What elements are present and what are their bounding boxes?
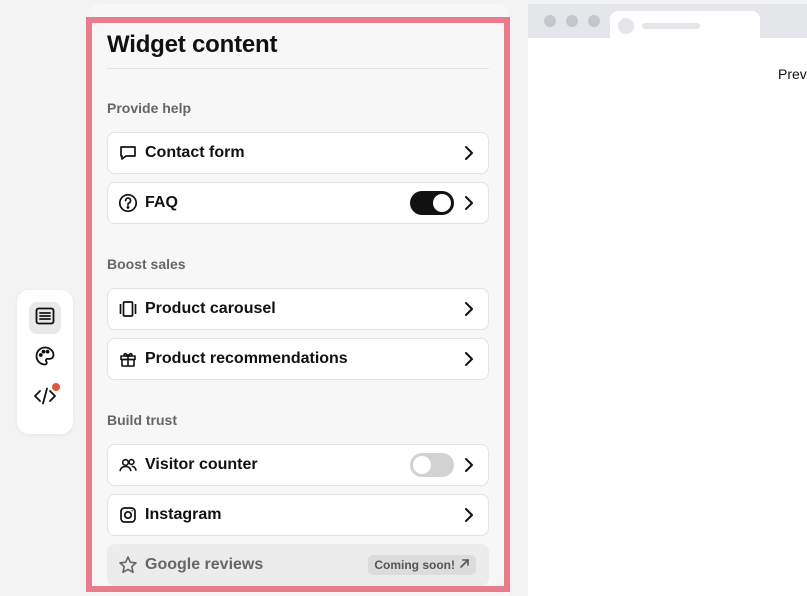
item-label: Instagram (145, 506, 222, 523)
chevron-right-icon (462, 508, 476, 522)
preview-label: Previ (778, 66, 807, 82)
arrow-up-right-icon (459, 558, 470, 572)
chevron-right-icon (462, 196, 476, 210)
message-square-icon (118, 143, 138, 163)
app-frame: Widget content Provide help Contact form (0, 0, 807, 596)
instagram-item[interactable]: Instagram (107, 494, 489, 536)
gift-icon (118, 349, 138, 369)
window-dot-icon (544, 15, 556, 27)
item-label: FAQ (145, 194, 178, 211)
tab-title-placeholder (642, 23, 700, 29)
chevron-right-icon (462, 458, 476, 472)
toggle-knob (413, 456, 431, 474)
browser-tab (610, 11, 760, 41)
section-label-boost-sales: Boost sales (107, 256, 186, 272)
product-recommendations-item[interactable]: Product recommendations (107, 338, 489, 380)
item-label: Google reviews (145, 556, 264, 573)
chevron-right-icon (462, 146, 476, 160)
product-carousel-item[interactable]: Product carousel (107, 288, 489, 330)
google-reviews-item: Google reviews Coming soon! (107, 544, 489, 586)
badge-label: Coming soon! (374, 558, 455, 572)
favicon-placeholder-icon (618, 18, 634, 34)
item-label: Contact form (145, 144, 245, 161)
chevron-right-icon (462, 352, 476, 366)
design-tool-button[interactable] (29, 342, 61, 374)
star-icon (118, 555, 138, 575)
contact-form-item[interactable]: Contact form (107, 132, 489, 174)
visitor-counter-toggle[interactable] (410, 453, 454, 477)
item-label: Visitor counter (145, 456, 258, 473)
window-dot-icon (566, 15, 578, 27)
browser-preview: Previ (528, 4, 807, 596)
side-toolbar (17, 290, 73, 434)
browser-tab-bar (528, 4, 807, 41)
chevron-right-icon (462, 302, 476, 316)
faq-item[interactable]: FAQ (107, 182, 489, 224)
notification-dot (51, 382, 61, 392)
section-label-build-trust: Build trust (107, 412, 177, 428)
faq-toggle[interactable] (410, 191, 454, 215)
item-label: Product carousel (145, 300, 276, 317)
section-label-provide-help: Provide help (107, 100, 192, 116)
visitor-counter-item[interactable]: Visitor counter (107, 444, 489, 486)
window-dot-icon (588, 15, 600, 27)
question-circle-icon (118, 193, 138, 213)
content-tool-button[interactable] (29, 302, 61, 334)
coming-soon-badge[interactable]: Coming soon! (368, 555, 476, 575)
panel-title: Widget content (107, 23, 489, 69)
item-label: Product recommendations (145, 350, 348, 367)
palette-icon (34, 345, 56, 372)
users-icon (118, 455, 138, 475)
widget-content-panel: Widget content Provide help Contact form (92, 23, 504, 586)
list-icon (34, 305, 56, 332)
install-tool-button[interactable] (29, 382, 61, 414)
instagram-icon (118, 505, 138, 525)
gallery-icon (118, 299, 138, 319)
toggle-knob (433, 194, 451, 212)
